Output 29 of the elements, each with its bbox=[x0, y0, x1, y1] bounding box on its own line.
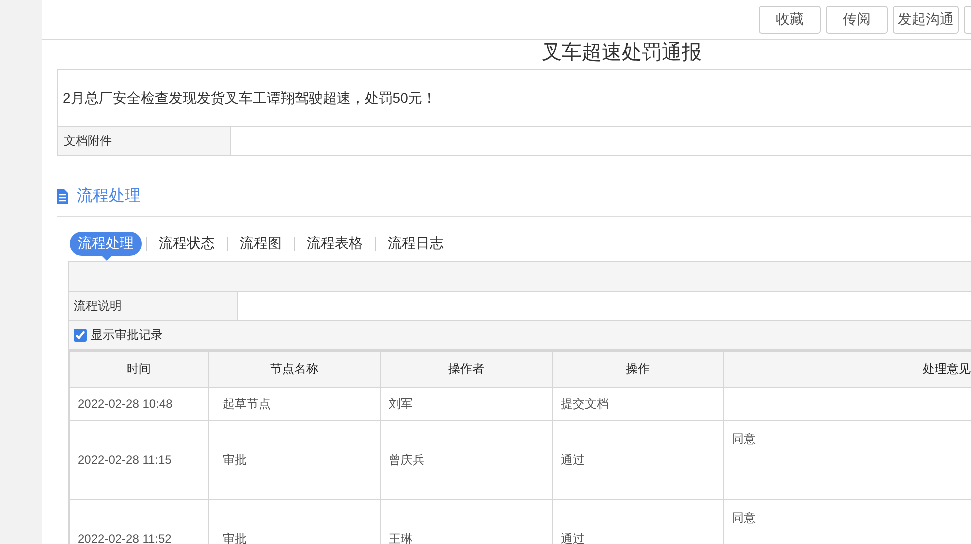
toolbar-button[interactable]: 传阅 bbox=[826, 6, 888, 34]
column-header: 操作 bbox=[552, 352, 724, 388]
table-cell: 2022-02-28 11:52 bbox=[70, 500, 208, 544]
document-title: 叉车超速处罚通报 bbox=[542, 41, 702, 66]
checkbox[interactable] bbox=[74, 328, 87, 342]
tab[interactable]: 流程表格 bbox=[299, 232, 371, 256]
table-cell: 起草节点 bbox=[208, 388, 380, 420]
column-header: 操作者 bbox=[380, 352, 552, 388]
table-cell: 曾庆兵 bbox=[380, 420, 552, 500]
tab[interactable]: 流程处理 bbox=[70, 232, 142, 256]
table-cell: 刘军 bbox=[380, 388, 552, 420]
tab[interactable]: 流程日志 bbox=[380, 232, 452, 256]
table-cell: 审批 bbox=[208, 420, 380, 500]
section-title: 流程处理 bbox=[77, 186, 141, 206]
column-header: 节点名称 bbox=[208, 352, 380, 388]
table-cell: 2022-02-28 11:15 bbox=[70, 420, 208, 500]
tab[interactable]: 流程图 bbox=[232, 232, 290, 256]
tab[interactable]: 流程状态 bbox=[151, 232, 223, 256]
toolbar-button[interactable]: 收藏 bbox=[759, 6, 821, 34]
field-label: 流程说明 bbox=[69, 292, 238, 320]
table-cell: 通过 bbox=[552, 420, 724, 500]
column-header: 时间 bbox=[70, 352, 208, 388]
document-icon bbox=[57, 188, 68, 204]
column-header: 处理意见 bbox=[724, 352, 971, 388]
table-cell: 提交文档 bbox=[552, 388, 724, 420]
attachment-label: 文档附件 bbox=[58, 127, 231, 155]
toolbar-button[interactable]: 发起沟通 bbox=[893, 6, 959, 34]
checkbox-label: 显示审批记录 bbox=[91, 326, 163, 344]
table-cell: 2022-02-28 10:48 bbox=[70, 388, 208, 420]
